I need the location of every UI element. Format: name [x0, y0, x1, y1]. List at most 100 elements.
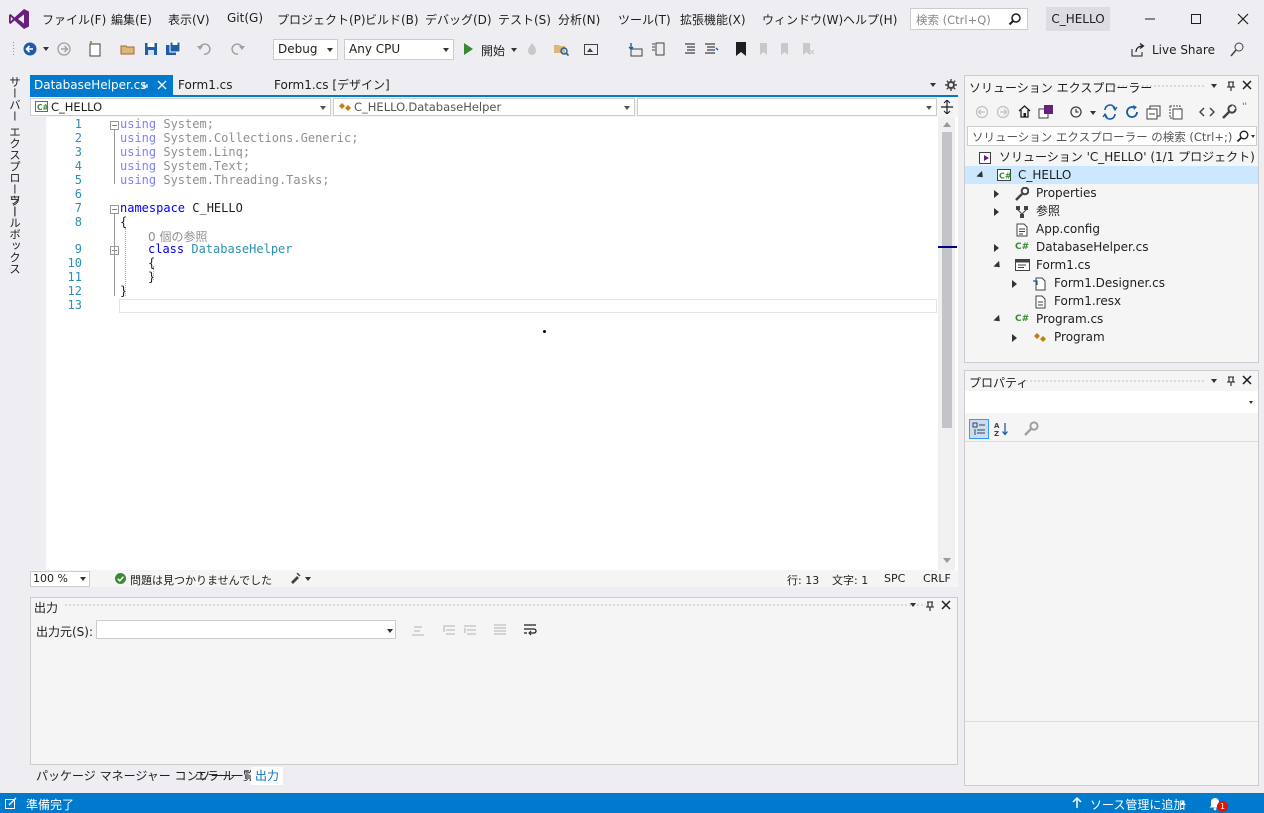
collapsed-icon[interactable] [994, 208, 999, 216]
menu-analyze[interactable]: 分析(N) [558, 11, 600, 28]
tab-database-helper[interactable]: DatabaseHelper.cs [30, 75, 173, 95]
fold-collapse-icon[interactable]: − [110, 205, 119, 214]
scroll-down-icon[interactable] [943, 558, 951, 563]
output-text-area[interactable] [31, 642, 957, 764]
menu-tools[interactable]: ツール(T) [618, 11, 671, 28]
pin-icon[interactable] [1226, 375, 1236, 387]
pin-icon[interactable] [925, 600, 935, 612]
line-ending-indicator[interactable]: CRLF [923, 572, 951, 585]
menu-window[interactable]: ウィンドウ(W) [762, 11, 843, 28]
next-message-icon[interactable] [462, 622, 478, 638]
show-all-files-icon[interactable] [1168, 104, 1184, 120]
tree-program-class[interactable]: Program [1033, 328, 1105, 346]
whitespace-indicator[interactable]: SPC [884, 572, 905, 585]
forward-icon[interactable] [996, 105, 1010, 119]
close-icon[interactable] [941, 600, 951, 610]
open-folder-icon[interactable] [120, 41, 136, 57]
find-message-icon[interactable] [410, 622, 426, 638]
object-select[interactable] [965, 391, 1258, 413]
tree-form1[interactable]: Form1.cs [1015, 256, 1091, 274]
scrollbar-thumb[interactable] [942, 132, 952, 428]
gear-icon[interactable] [945, 79, 957, 91]
back-icon[interactable] [975, 105, 989, 119]
start-button[interactable]: 開始 [462, 41, 522, 58]
menu-edit[interactable]: 編集(E) [111, 11, 152, 28]
chevron-down-icon[interactable] [305, 577, 311, 581]
menu-debug[interactable]: デバッグ(D) [425, 11, 492, 28]
save-all-icon[interactable] [165, 41, 181, 57]
panel-menu-icon[interactable] [1211, 379, 1217, 383]
property-pages-wrench-icon[interactable] [1023, 421, 1039, 437]
panel-menu-icon[interactable] [910, 603, 916, 607]
chevron-down-icon[interactable] [1090, 111, 1096, 115]
clear-bookmarks-icon[interactable] [799, 41, 815, 57]
solution-search-input[interactable]: ソリューション エクスプローラー の検索 (Ctrl+;) [967, 126, 1257, 146]
clear-all-icon[interactable] [492, 622, 508, 638]
tree-program-cs[interactable]: C# Program.cs [1015, 310, 1103, 328]
zoom-select[interactable]: 100 % [30, 571, 90, 587]
hot-reload-icon[interactable] [524, 41, 540, 57]
close-icon[interactable] [1242, 375, 1252, 385]
screenshot-icon[interactable] [583, 41, 599, 57]
step-into-icon[interactable] [628, 41, 644, 57]
menu-file[interactable]: ファイル(F) [42, 11, 106, 28]
new-project-icon[interactable] [87, 41, 103, 57]
tree-form1-resx[interactable]: Form1.resx [1033, 292, 1121, 310]
search-input[interactable]: 検索 (Ctrl+Q) [910, 8, 1028, 30]
type-select[interactable]: C_HELLO.DatabaseHelper [333, 98, 635, 116]
menu-help[interactable]: ヘルプ(H) [843, 11, 897, 28]
tab-overflow-icon[interactable] [930, 83, 936, 87]
collapsed-icon[interactable] [994, 190, 999, 198]
categorized-button[interactable] [969, 419, 989, 439]
back-icon[interactable] [22, 41, 38, 57]
chevron-up-icon[interactable] [1180, 801, 1186, 805]
menu-build[interactable]: ビルド(B) [365, 11, 419, 28]
code-cleanup-icon[interactable] [289, 572, 301, 584]
tab-form1[interactable]: Form1.cs [174, 75, 264, 95]
configuration-select[interactable]: Debug [273, 39, 338, 60]
menu-git[interactable]: Git(G) [227, 11, 263, 25]
collapsed-icon[interactable] [1012, 280, 1017, 288]
menu-test[interactable]: テスト(S) [498, 11, 551, 28]
tree-project[interactable]: C# C_HELLO [997, 166, 1071, 184]
properties-wrench-icon[interactable] [1221, 104, 1237, 120]
back-dropdown-icon[interactable] [43, 47, 49, 51]
pin-icon[interactable] [140, 81, 150, 91]
refresh-icon[interactable] [1124, 104, 1140, 120]
switch-views-icon[interactable] [1038, 104, 1054, 120]
previous-bookmark-icon[interactable] [755, 41, 771, 57]
add-to-source-control-button[interactable]: ソース管理に追加 [1090, 796, 1185, 813]
forward-icon[interactable] [56, 41, 72, 57]
close-icon[interactable] [1242, 80, 1252, 90]
fold-collapse-icon[interactable]: − [110, 121, 119, 130]
uncomment-icon[interactable] [703, 41, 719, 57]
toolbar-overflow-icon[interactable]: '' [1242, 102, 1247, 112]
undo-icon[interactable] [196, 41, 212, 57]
toolbar-grip[interactable] [12, 41, 15, 57]
save-icon[interactable] [143, 41, 159, 57]
split-window-icon[interactable] [941, 100, 953, 114]
menu-view[interactable]: 表示(V) [168, 11, 210, 28]
collapsed-icon[interactable] [1012, 334, 1017, 342]
menu-extensions[interactable]: 拡張機能(X) [680, 11, 746, 28]
home-icon[interactable] [1017, 104, 1032, 119]
feedback-icon[interactable] [1229, 42, 1245, 58]
maximize-icon[interactable] [1187, 10, 1205, 28]
issues-status[interactable]: 問題は見つかりませんでした [130, 572, 272, 588]
redo-icon[interactable] [230, 41, 246, 57]
previous-message-icon[interactable] [441, 622, 457, 638]
comment-out-icon[interactable] [681, 41, 697, 57]
minimize-icon[interactable] [1141, 10, 1159, 28]
menu-project[interactable]: プロジェクト(P) [277, 11, 366, 28]
find-in-files-icon[interactable] [553, 41, 569, 57]
line-indicator[interactable]: 行: 13 [787, 572, 819, 588]
close-window-icon[interactable] [1234, 10, 1252, 28]
member-select[interactable] [637, 98, 937, 116]
sort-alphabetical-icon[interactable]: AZ [994, 421, 1010, 437]
pending-changes-filter-icon[interactable] [1069, 104, 1085, 120]
view-code-icon[interactable] [1199, 104, 1215, 120]
close-tab-icon[interactable] [157, 80, 167, 90]
bookmark-icon[interactable] [733, 41, 749, 57]
panel-grip[interactable] [1021, 379, 1205, 384]
tree-solution[interactable]: ソリューション 'C_HELLO' (1/1 プロジェクト) [979, 148, 1255, 166]
